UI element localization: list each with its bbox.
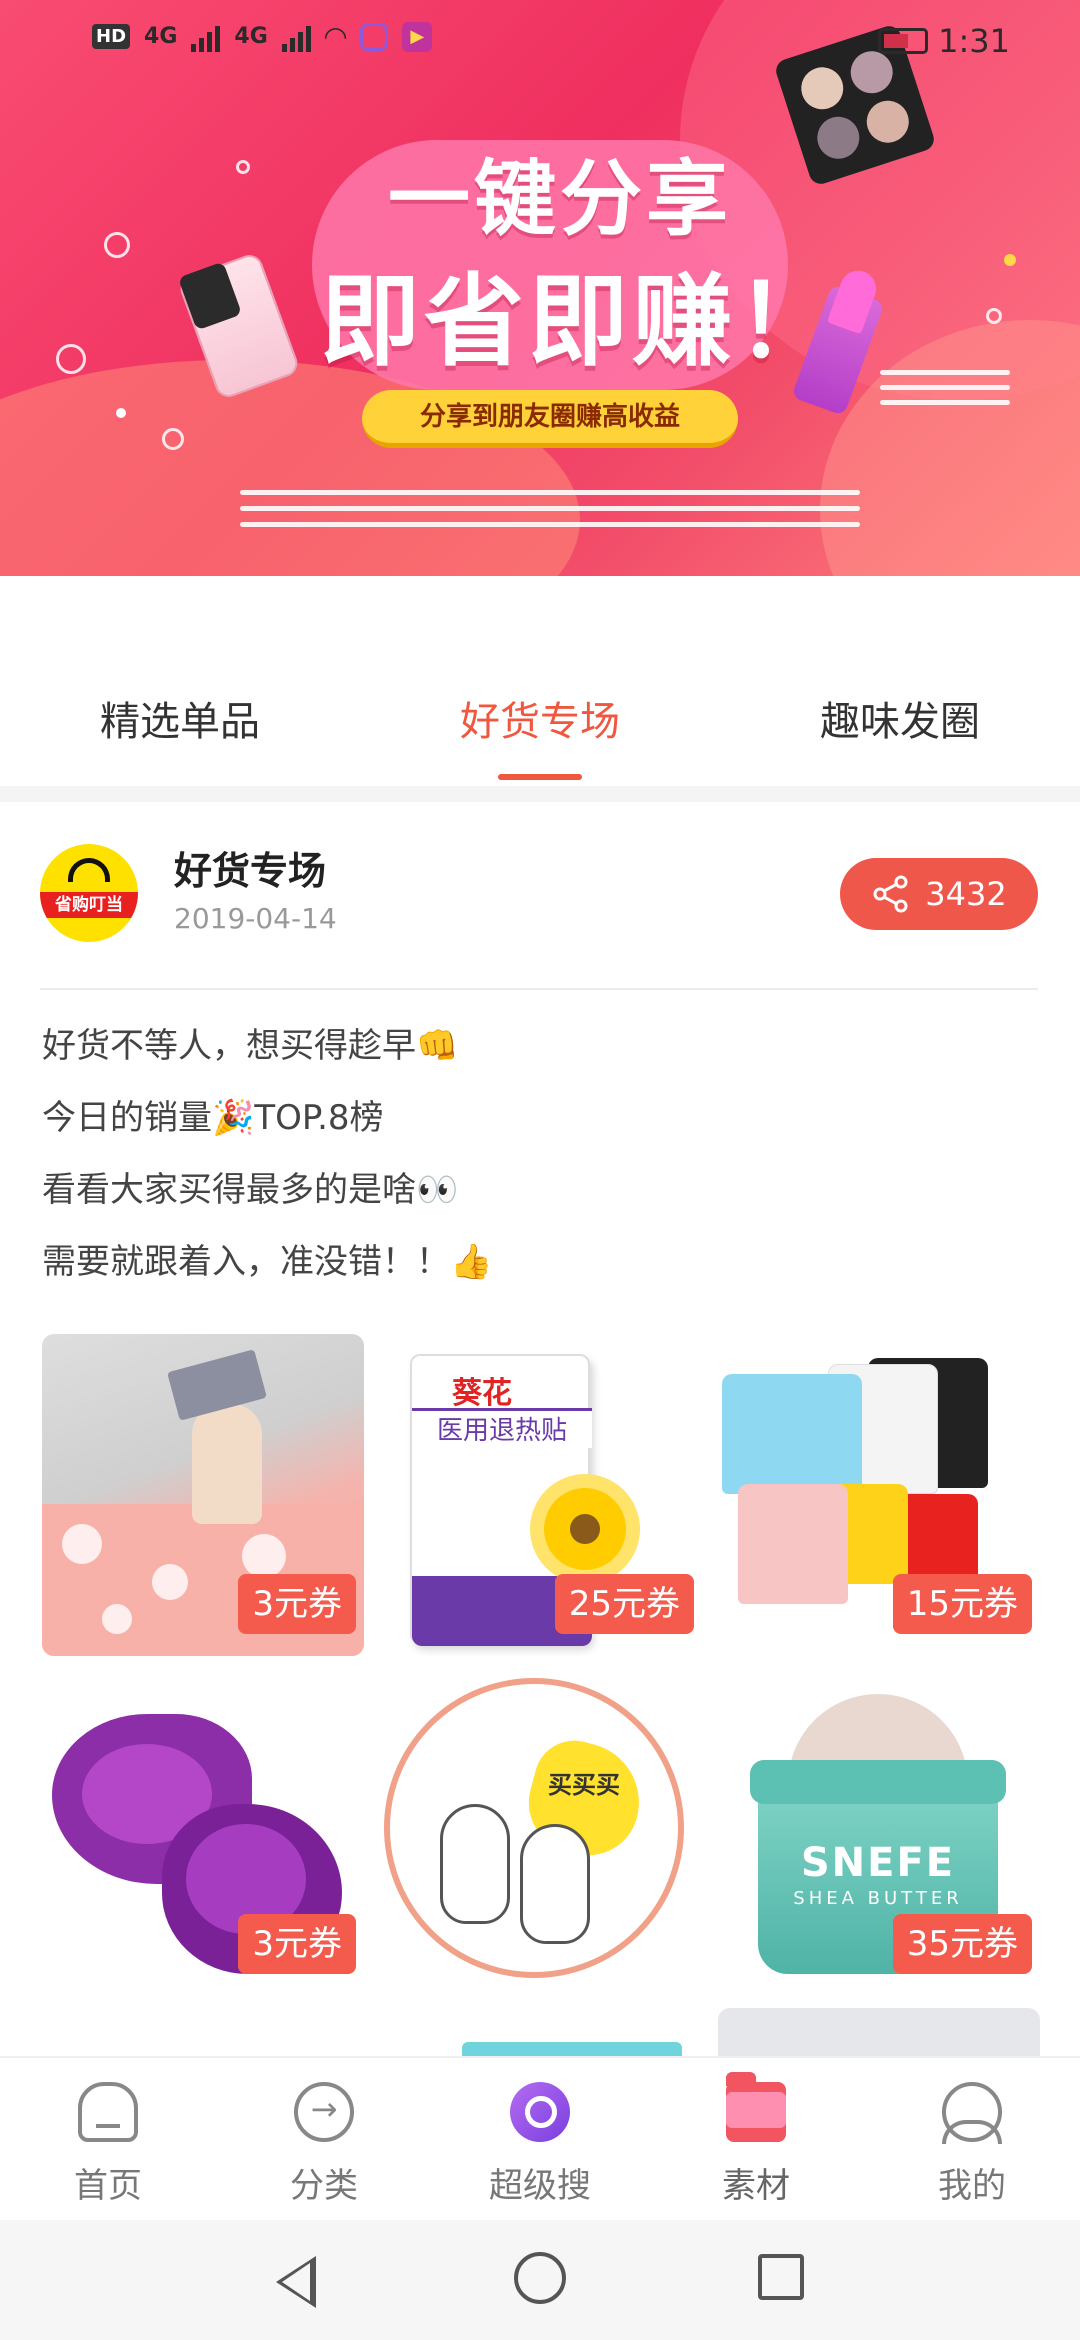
banner-ring <box>236 160 250 174</box>
bottom-nav: 首页 分类 超级搜 素材 我的 <box>0 2056 1080 2220</box>
post-body: 好货不等人，想买得趁早👊 今日的销量🎉TOP.8榜 看看大家买得最多的是啥👀 需… <box>42 1010 492 1298</box>
back-icon[interactable] <box>276 2256 316 2308</box>
system-nav-bar <box>0 2220 1080 2340</box>
coupon-badge: 3元券 <box>238 1914 356 1974</box>
avatar-logo-text: 省购叮当 <box>40 892 138 918</box>
divider <box>40 988 1038 990</box>
avatar[interactable]: 省购叮当 <box>40 844 138 942</box>
nav-super-search[interactable]: 超级搜 <box>432 2058 648 2220</box>
box-title: 医用退热贴 <box>412 1408 592 1448</box>
nav-material[interactable]: 素材 <box>648 2058 864 2220</box>
folder-icon <box>726 2072 786 2142</box>
tab-fun-posts[interactable]: 趣味发圈 <box>720 672 1080 782</box>
product-body-scrub[interactable]: SNEFE SHEA BUTTER 35元券 <box>718 1674 1040 1996</box>
recent-apps-icon[interactable] <box>758 2254 804 2300</box>
clock: 1:31 <box>938 22 1010 60</box>
book-image <box>167 1349 267 1421</box>
banner-dot <box>1004 254 1016 266</box>
nav-label: 素材 <box>722 2166 790 2206</box>
tab-good-deals[interactable]: 好货专场 <box>360 672 720 782</box>
signal-icon <box>191 22 221 52</box>
bunny-image <box>440 1804 510 1924</box>
post-date: 2019-04-14 <box>174 902 337 935</box>
app-notification-icon <box>360 22 389 51</box>
product-cooling-patch[interactable]: 葵花 医用退热贴 25元券 <box>380 1334 702 1656</box>
banner-ring <box>162 428 184 450</box>
sunflower-image <box>530 1474 640 1584</box>
nav-category[interactable]: 分类 <box>216 2058 432 2220</box>
status-bar: HD 4G 4G ◠ ▶ 1:31 <box>0 0 1080 84</box>
network-label: 4G <box>144 24 178 49</box>
post-author-name: 好货专场 <box>174 849 327 893</box>
signal-icon <box>281 22 311 52</box>
model-image <box>192 1404 262 1524</box>
tshirt-image <box>738 1484 848 1604</box>
nav-label: 首页 <box>74 2166 142 2206</box>
bunny-image <box>520 1824 590 1944</box>
post-line: 需要就跟着入，准没错！！👍 <box>42 1242 493 1282</box>
jar-brand: SNEFE <box>800 1840 956 1886</box>
post-line: 好货不等人，想买得趁早👊 <box>42 1026 459 1066</box>
home-circle-icon[interactable] <box>514 2252 566 2304</box>
product-blanket[interactable]: 3元券 <box>42 1334 364 1656</box>
network-label: 4G <box>234 24 268 49</box>
post-line: 今日的销量🎉TOP.8榜 <box>42 1098 384 1138</box>
jar-subtitle: SHEA BUTTER <box>793 1888 963 1909</box>
nav-label: 分类 <box>290 2166 358 2206</box>
buy-buy-buy-graphic[interactable]: 买买买 <box>380 1674 702 1996</box>
nav-label: 超级搜 <box>489 2166 591 2206</box>
content-tabs: 精选单品 好货专场 趣味发圈 <box>0 672 1080 782</box>
coupon-badge: 15元券 <box>892 1574 1032 1634</box>
coupon-badge: 25元券 <box>554 1574 694 1634</box>
nav-label: 我的 <box>938 2166 1006 2206</box>
box-brand: 葵花 <box>452 1376 512 1411</box>
battery-icon <box>878 28 929 54</box>
share-count: 3432 <box>925 875 1007 913</box>
nav-home[interactable]: 首页 <box>0 2058 216 2220</box>
banner-subtitle: 分享到朋友圈赚高收益 <box>362 390 738 448</box>
promo-banner[interactable]: 一键分享 即省即赚！ 分享到朋友圈赚高收益 <box>0 0 1080 576</box>
banner-ring <box>56 344 86 374</box>
banner-headline-1: 一键分享 <box>387 152 732 247</box>
coupon-badge: 35元券 <box>892 1914 1032 1974</box>
banner-stripes <box>240 490 860 538</box>
share-button[interactable]: 3432 <box>840 858 1038 930</box>
banner-stripes <box>880 370 1010 415</box>
share-icon <box>873 875 908 913</box>
section-divider <box>0 786 1080 802</box>
super-search-icon <box>510 2082 570 2142</box>
hd-indicator: HD <box>92 24 131 49</box>
avatar-logo-icon <box>68 858 110 882</box>
tshirt-image <box>722 1374 862 1494</box>
post-line: 看看大家买得最多的是啥👀 <box>42 1170 459 1210</box>
product-purple-yam[interactable]: 3元券 <box>42 1674 364 1996</box>
category-icon <box>294 2082 354 2142</box>
nav-profile[interactable]: 我的 <box>864 2058 1080 2220</box>
video-app-icon: ▶ <box>402 21 433 52</box>
home-icon <box>78 2082 138 2142</box>
banner-dot <box>116 408 126 418</box>
product-tshirts[interactable]: 15元券 <box>718 1334 1040 1656</box>
banner-ring <box>104 232 130 258</box>
coupon-badge: 3元券 <box>238 1574 356 1634</box>
wifi-icon: ◠ <box>324 20 347 53</box>
banner-headline-2: 即省即赚！ <box>320 263 840 380</box>
banner-ring <box>986 308 1002 324</box>
buy-text: 买买买 <box>548 1771 620 1799</box>
tab-selected-items[interactable]: 精选单品 <box>0 672 360 782</box>
